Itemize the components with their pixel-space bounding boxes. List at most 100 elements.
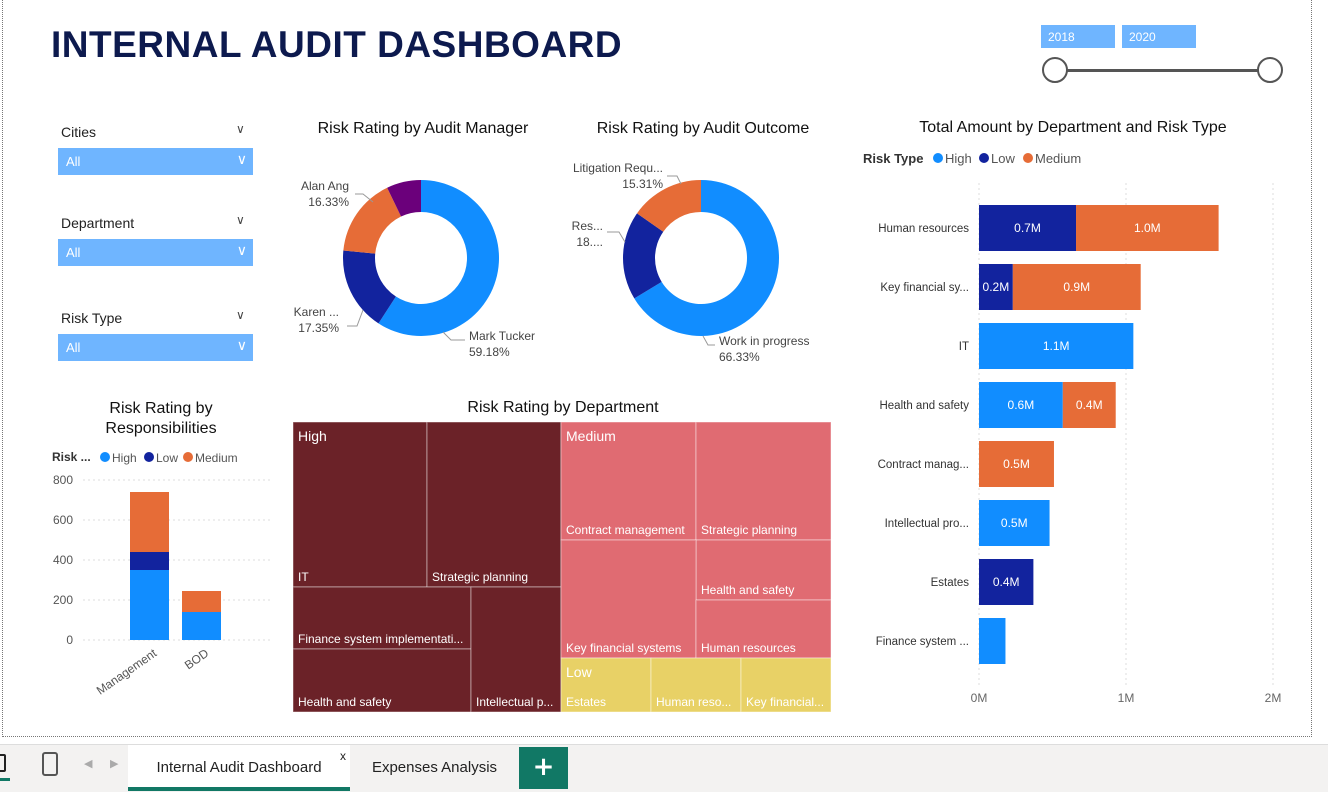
data-label: 0.2M bbox=[983, 280, 1010, 294]
category-label: Contract manag... bbox=[878, 459, 969, 471]
legend-marker bbox=[933, 153, 943, 163]
treemap-cell-label: Health and safety bbox=[298, 695, 391, 709]
slice-percent: 15.31% bbox=[622, 177, 663, 191]
y-tick-label: 800 bbox=[53, 473, 73, 487]
category-label: Health and safety bbox=[879, 400, 969, 412]
scroll-right-icon[interactable]: ▶ bbox=[110, 757, 118, 770]
x-tick-label: 0M bbox=[971, 691, 988, 705]
treemap-cell[interactable] bbox=[470, 586, 562, 712]
legend-label: Low bbox=[156, 451, 178, 465]
risk-type-dropdown[interactable]: All ∨ bbox=[58, 334, 253, 361]
legend-marker bbox=[1023, 153, 1033, 163]
category-label: Intellectual pro... bbox=[885, 518, 969, 530]
treemap-cell-label: Strategic planning bbox=[701, 523, 797, 537]
legend-label: Medium bbox=[195, 451, 238, 465]
bar-segment[interactable] bbox=[979, 618, 1006, 664]
treemap-cell[interactable] bbox=[426, 422, 562, 588]
year-end-input[interactable]: 2020 bbox=[1121, 24, 1197, 49]
cities-dropdown-value: All bbox=[66, 154, 81, 169]
responsibilities-bar-chart[interactable]: Risk ... High Low Medium 800 600 400 200 0 Manage… bbox=[43, 445, 283, 705]
data-label: 0.7M bbox=[1014, 221, 1041, 235]
tab-internal-audit-dashboard[interactable]: Internal Audit Dashboard x bbox=[128, 745, 350, 791]
year-slider-end-handle[interactable] bbox=[1257, 57, 1283, 83]
legend-marker bbox=[979, 153, 989, 163]
leader-line bbox=[667, 175, 682, 185]
data-label: 0.5M bbox=[1001, 516, 1028, 530]
data-label: 0.6M bbox=[1008, 398, 1035, 412]
chevron-down-icon: ∨ bbox=[236, 151, 247, 167]
x-tick-label: BOD bbox=[182, 646, 212, 673]
slice-label: Res... bbox=[572, 219, 603, 233]
chevron-down-icon: ∨ bbox=[236, 242, 247, 258]
treemap-cell-label: Finance system implementati... bbox=[298, 632, 463, 646]
data-label: 1.0M bbox=[1134, 221, 1161, 235]
scroll-left-icon[interactable]: ◀ bbox=[84, 757, 92, 770]
report-canvas: INTERNAL AUDIT DASHBOARD 2018 2020 Citie… bbox=[2, 0, 1312, 737]
category-label: Estates bbox=[931, 577, 970, 589]
department-dropdown-value: All bbox=[66, 245, 81, 260]
year-slider-track[interactable] bbox=[1056, 69, 1271, 72]
chevron-down-icon[interactable]: ∨ bbox=[236, 213, 245, 227]
page-title: INTERNAL AUDIT DASHBOARD bbox=[51, 24, 623, 65]
tab-label: Internal Audit Dashboard bbox=[156, 759, 322, 776]
page-tab-bar: ◀ ▶ Internal Audit Dashboard x Expenses … bbox=[0, 744, 1328, 792]
tab-label: Expenses Analysis bbox=[371, 759, 498, 776]
treemap-chart-title: Risk Rating by Department bbox=[467, 399, 659, 416]
desktop-view-indicator bbox=[0, 778, 10, 781]
bar-segment[interactable] bbox=[130, 492, 169, 552]
department-amount-bar-chart[interactable]: Risk Type High Low Medium 0M 1M 2M Human resour… bbox=[853, 145, 1303, 715]
chevron-down-icon[interactable]: ∨ bbox=[236, 308, 245, 322]
bar-segment[interactable] bbox=[182, 612, 221, 640]
treemap-cell-label: Intellectual p... bbox=[476, 695, 553, 709]
manager-chart-title: Risk Rating by Audit Manager bbox=[317, 120, 529, 137]
department-dropdown[interactable]: All ∨ bbox=[58, 239, 253, 266]
bar-segment[interactable] bbox=[182, 591, 221, 612]
mobile-view-icon[interactable] bbox=[42, 752, 58, 776]
data-label: 1.1M bbox=[1043, 339, 1070, 353]
category-label: IT bbox=[959, 341, 969, 353]
treemap-cell-label: Health and safety bbox=[701, 583, 794, 597]
slice-percent: 18.... bbox=[576, 235, 603, 249]
y-tick-label: 0 bbox=[66, 633, 73, 647]
chevron-down-icon[interactable]: ∨ bbox=[236, 122, 245, 136]
department-treemap[interactable]: IT Strategic planning Finance system imple… bbox=[293, 422, 831, 712]
chevron-down-icon: ∨ bbox=[236, 337, 247, 353]
bar-segment[interactable] bbox=[130, 570, 169, 640]
year-slider-start-handle[interactable] bbox=[1042, 57, 1068, 83]
year-start-input[interactable]: 2018 bbox=[1040, 24, 1116, 49]
y-tick-label: 200 bbox=[53, 593, 73, 607]
slice-label: Work in progress bbox=[719, 334, 809, 348]
treemap-cell-label: Key financial... bbox=[746, 695, 824, 709]
treemap-cell-label: Contract management bbox=[566, 523, 685, 537]
treemap-group-label: Medium bbox=[566, 428, 616, 444]
add-page-button[interactable]: + bbox=[519, 747, 568, 789]
treemap-cell[interactable] bbox=[293, 422, 428, 588]
department-slicer-label: Department bbox=[61, 215, 135, 231]
risk-type-slicer-label: Risk Type bbox=[61, 310, 123, 326]
legend-label: Medium bbox=[1035, 151, 1081, 166]
legend-label: Low bbox=[991, 151, 1015, 166]
desktop-view-icon[interactable] bbox=[0, 754, 6, 772]
legend-title: Risk ... bbox=[52, 450, 91, 464]
data-label: 0.5M bbox=[1003, 457, 1030, 471]
outcome-donut-chart[interactable]: Work in progress 66.33% Res... 18.... Litiga… bbox=[563, 150, 843, 370]
slice-percent: 66.33% bbox=[719, 350, 760, 364]
treemap-cell-label: Key financial systems bbox=[566, 641, 681, 655]
leader-line bbox=[702, 335, 715, 346]
slice-label: Mark Tucker bbox=[469, 329, 535, 343]
legend-title: Risk Type bbox=[863, 151, 923, 166]
treemap-cell-label: IT bbox=[298, 570, 309, 584]
close-icon[interactable]: x bbox=[340, 749, 346, 763]
manager-donut-chart[interactable]: Mark Tucker 59.18% Karen ... 17.35% Alan Ang… bbox=[283, 150, 563, 370]
legend-marker bbox=[183, 452, 193, 462]
bar-segment[interactable] bbox=[130, 552, 169, 570]
data-label: 0.4M bbox=[993, 575, 1020, 589]
tab-expenses-analysis[interactable]: Expenses Analysis bbox=[352, 745, 517, 791]
x-tick-label: 2M bbox=[1265, 691, 1282, 705]
leader-line bbox=[347, 309, 364, 327]
data-label: 0.9M bbox=[1063, 280, 1090, 294]
treemap-cell-label: Strategic planning bbox=[432, 570, 528, 584]
treemap-group-label: Low bbox=[566, 664, 593, 680]
cities-dropdown[interactable]: All ∨ bbox=[58, 148, 253, 175]
treemap-cell-label: Human resources bbox=[701, 641, 796, 655]
